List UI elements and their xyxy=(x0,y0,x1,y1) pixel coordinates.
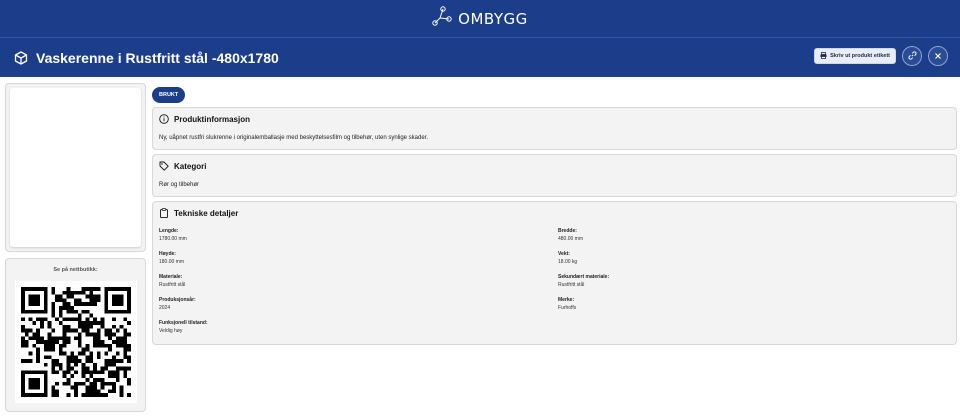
brand-name: OMBYGG xyxy=(458,9,528,28)
detail-item: Høyde: 180.00 mm xyxy=(159,251,185,265)
print-label-text: Skriv ut produkt etikett xyxy=(830,53,890,59)
copy-link-button[interactable] xyxy=(902,46,922,66)
technical-details-grid: Lengde: 1780.00 mm Bredde: 480.00 mm Høyde… xyxy=(159,228,950,334)
link-icon xyxy=(907,47,917,65)
category-title: Kategori xyxy=(174,161,207,171)
product-image-panel xyxy=(5,83,146,252)
box-icon xyxy=(14,50,28,65)
detail-item: Produksjonsår: 2024 xyxy=(159,297,196,311)
close-button[interactable] xyxy=(928,46,948,66)
printer-icon xyxy=(820,51,827,61)
brand-logo[interactable]: OMBYGG xyxy=(432,5,528,32)
technical-details-title: Tekniske detaljer xyxy=(174,208,239,218)
qr-code-icon xyxy=(20,287,131,397)
print-label-button[interactable]: Skriv ut produkt etikett xyxy=(814,48,896,64)
technical-details-card: Tekniske detaljer Lengde: 1780.00 mm Bred… xyxy=(152,201,957,345)
category-text: Rør og tilbehør xyxy=(159,182,200,188)
condition-badge: BRUKT xyxy=(152,87,186,103)
close-icon xyxy=(934,47,942,65)
detail-item: Funksjonell tilstand: Veldig høy xyxy=(159,320,208,334)
category-card: Kategori Rør og tilbehør xyxy=(152,154,957,197)
qr-panel: Se på nettbutikk: xyxy=(5,258,146,412)
top-navbar: OMBYGG xyxy=(0,0,960,38)
product-title-bar: Vaskerenne i Rustfritt stål -480x1780 Sk… xyxy=(0,38,960,77)
detail-item: Sekundært materiale: Rustfritt stål xyxy=(558,274,610,288)
clipboard-icon xyxy=(159,208,169,218)
left-sidebar: Se på nettbutikk: xyxy=(5,83,146,412)
detail-item: Bredde: 480.00 mm xyxy=(558,228,584,242)
title-actions: Skriv ut produkt etikett xyxy=(814,46,948,66)
tag-icon xyxy=(159,161,169,171)
detail-item: Merke: Furhoffs xyxy=(558,297,577,311)
product-info-text: Ny, uåpnet rustfri slukrenne i originale… xyxy=(159,135,429,141)
product-image[interactable] xyxy=(10,88,141,247)
page-title: Vaskerenne i Rustfritt stål -480x1780 xyxy=(36,49,279,66)
qr-code[interactable] xyxy=(14,281,137,403)
detail-item: Materiale: Rustfritt stål xyxy=(159,274,186,288)
main-content: BRUKT Produktinformasjon Ny, uåpnet rust… xyxy=(152,83,957,345)
product-info-title: Produktinformasjon xyxy=(174,114,251,124)
detail-item: Lengde: 1780.00 mm xyxy=(159,228,187,242)
qr-label: Se på nettbutikk: xyxy=(53,267,98,273)
detail-item: Vekt: 18.00 kg xyxy=(558,251,578,265)
product-info-card: Produktinformasjon Ny, uåpnet rustfri sl… xyxy=(152,107,957,150)
molecule-icon xyxy=(432,5,454,32)
info-icon xyxy=(159,114,169,124)
